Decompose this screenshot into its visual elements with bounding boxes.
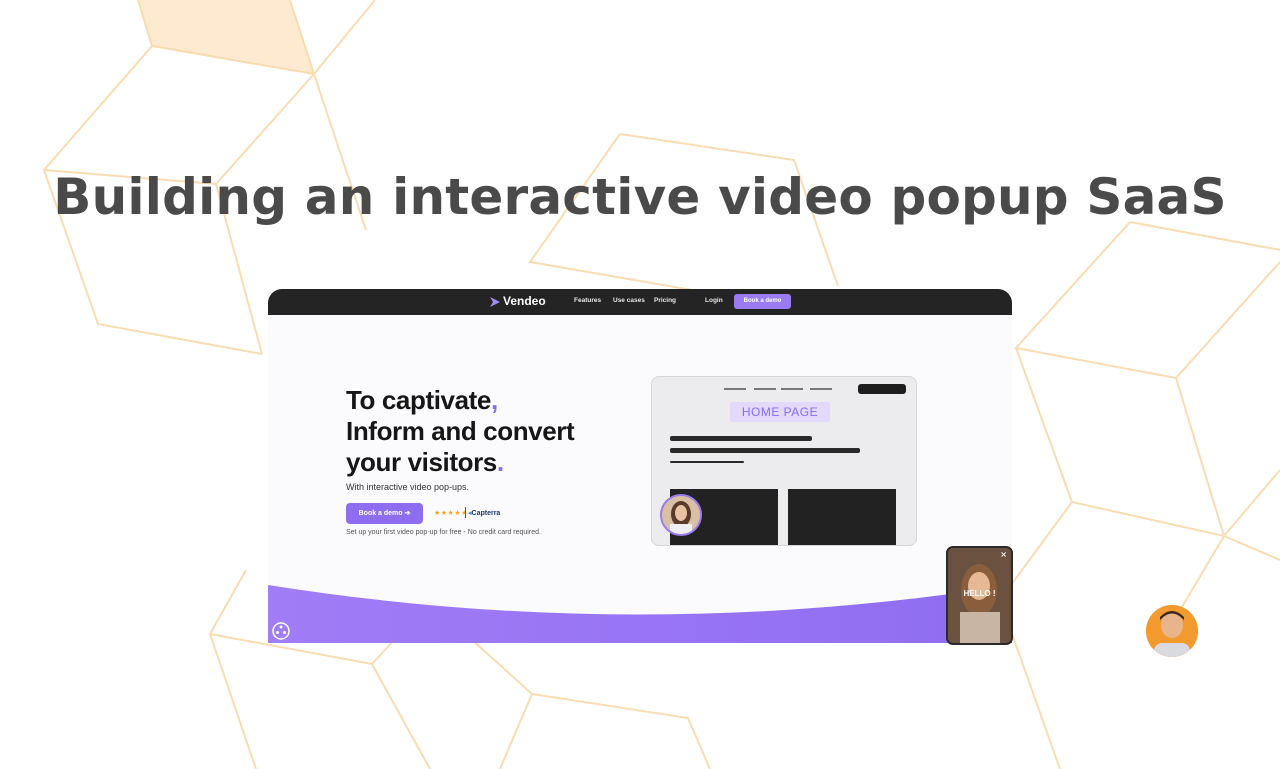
nav-use-cases[interactable]: Use cases: [613, 297, 645, 304]
site-logo[interactable]: Vendeo: [503, 294, 546, 308]
mockup-text-line: [670, 436, 812, 441]
rating-stars: ★★★★★: [434, 509, 468, 517]
hero-heading: To captivate, Inform and convert your visi…: [346, 385, 575, 477]
login-link[interactable]: Login: [705, 297, 723, 304]
capterra-badge[interactable]: ◂Capterra: [468, 509, 500, 517]
hero-note: Set up your first video pop-up for free …: [346, 529, 541, 536]
nav-features[interactable]: Features: [574, 297, 601, 304]
mockup-label: HOME PAGE: [730, 402, 830, 422]
close-icon[interactable]: ×: [1000, 550, 1007, 559]
nav-book-demo-button[interactable]: Book a demo: [734, 294, 791, 309]
rating-divider: [465, 507, 466, 518]
mockup-text-line: [670, 461, 744, 463]
mockup-nav-line: [724, 388, 746, 390]
site-nav: Vendeo Features Use cases Pricing Login …: [268, 289, 1012, 315]
page-title: Building an interactive video popup SaaS: [53, 168, 1227, 226]
hero-book-demo-button[interactable]: Book a demo ➔: [346, 503, 423, 524]
mockup-image-box: [788, 489, 896, 545]
presenter-avatar[interactable]: [660, 494, 702, 536]
popup-greeting: HELLO !: [963, 589, 996, 598]
nav-pricing[interactable]: Pricing: [654, 297, 676, 304]
widget-icon[interactable]: [272, 622, 290, 640]
vendeo-logo-icon: [490, 297, 500, 307]
mockup-text-line: [670, 448, 860, 453]
video-popup[interactable]: × HELLO !: [946, 546, 1013, 645]
product-screenshot: Vendeo Features Use cases Pricing Login …: [268, 289, 1012, 643]
mockup-nav-line: [781, 388, 803, 390]
author-avatar[interactable]: [1146, 605, 1198, 657]
hero-subtitle: With interactive video pop-ups.: [346, 482, 470, 492]
mockup-button: [858, 384, 906, 394]
mockup-nav-line: [810, 388, 832, 390]
mockup-nav-line: [754, 388, 776, 390]
